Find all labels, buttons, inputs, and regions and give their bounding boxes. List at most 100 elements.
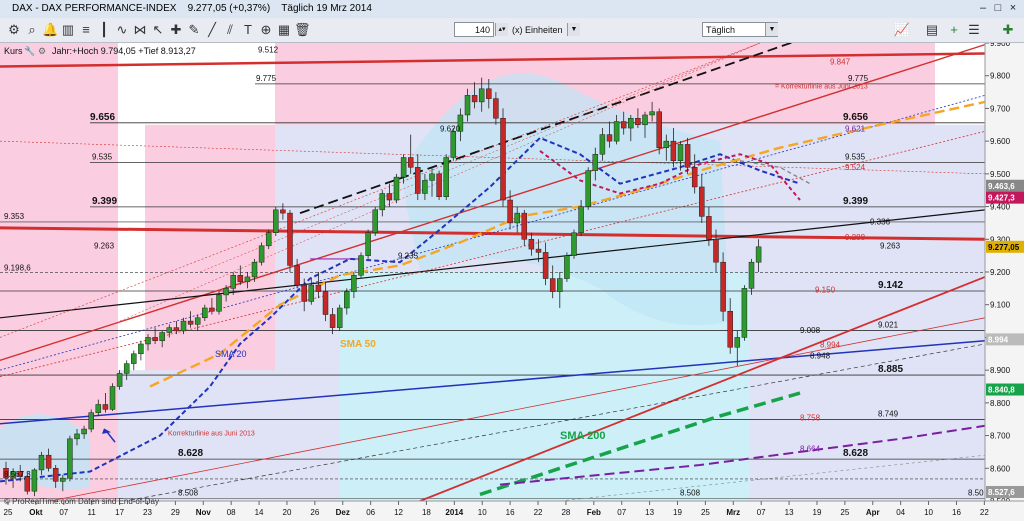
x-tick-label: Apr [866,508,880,517]
price-tag-label: 9.427,3 [988,194,1015,203]
y-tick-label: 9.400 [990,203,1011,212]
candle-body [393,176,400,201]
candle-body [209,307,215,312]
candle-body [521,212,528,240]
x-tick-label: 17 [115,508,124,517]
candle-body [116,373,123,387]
candle-body [123,363,130,374]
candle-body [194,317,201,325]
candle-body [372,209,378,233]
candle-body [202,307,208,319]
candle-body [706,216,712,240]
candle-body [145,337,151,345]
chart-thumbnail-icon[interactable]: 📈 [888,22,916,38]
candle-body [415,167,421,194]
level-label: 9.008 [800,326,821,335]
candle-body [407,157,414,168]
channel-icon[interactable]: ⫽ [222,22,238,38]
price-chart[interactable]: 9.9009.8009.7009.6009.5009.4009.3009.200… [0,43,1024,521]
zoom-icon[interactable]: ⊕ [258,22,274,38]
x-tick-label: 18 [422,508,431,517]
level-label: 8.508 [178,488,199,497]
candle-body [38,454,45,471]
x-tick-label: 14 [255,508,264,517]
candle-body [578,206,584,233]
candle-body [223,288,229,296]
bars-spinner-icon[interactable]: ▴▾ [495,23,508,36]
bars-count-input[interactable]: 140 [454,22,494,37]
alarm-bell-icon[interactable]: 🔔 [42,22,58,38]
candle-body [677,144,684,162]
candle-body [443,157,449,198]
pointer-icon[interactable]: ↖ [150,22,166,38]
x-tick-label: Nov [196,508,212,517]
level-label: 9.021 [878,321,899,330]
watermark: © ProRealTime.com Daten sind End-of-Day [4,497,159,506]
line-tool-icon[interactable]: ╱ [204,22,220,38]
x-tick-label: 25 [4,508,13,517]
candle-body [31,469,38,492]
candle-body [52,468,59,482]
level-label: 9.621 [845,124,866,133]
y-tick-label: 9.200 [990,268,1011,277]
candle-body [663,140,670,148]
line-chart-icon[interactable]: ∿ [114,22,130,38]
candle-body [642,114,648,126]
candle-body [216,294,222,312]
price-tag-label: 8.994 [988,335,1009,344]
candle-body [180,320,187,332]
x-tick-label: Okt [29,508,43,517]
level-label: 8.749 [878,410,899,419]
units-dropdown-icon[interactable]: ▼ [567,23,580,36]
candle-body [635,117,641,126]
candle-body [230,275,236,289]
candle-body [628,117,634,129]
level-label-right: 9.775 [848,74,869,83]
delete-icon[interactable]: 🗑 [294,22,311,38]
candle-body [109,386,116,410]
level-label-right: 9.656 [843,112,868,123]
level-label: 9.336 [870,218,891,227]
settings-icon[interactable]: ⚙ [6,22,22,38]
candle-body [251,261,258,278]
pattern-icon[interactable]: ⋈ [132,22,148,38]
x-tick-label: 28 [561,508,570,517]
panel-options-icon[interactable]: ⚙ [38,46,46,57]
timeframe-dropdown-icon[interactable]: ▼ [765,23,778,36]
add-indicator-icon[interactable]: + [946,22,962,38]
candle-body [358,255,364,276]
search-icon[interactable]: ⌕ [24,22,40,38]
level-label: 9.198,6 [4,263,31,272]
candle-body [280,209,286,214]
candle-body [649,111,655,116]
fibonacci-icon[interactable]: ≡ [78,22,94,38]
sma-50-label: SMA 50 [340,339,376,350]
candle-body [599,134,606,155]
candle-body [585,170,591,207]
minimize-icon[interactable]: – [976,2,990,15]
level-label: 8.994 [820,340,841,349]
window-options-icon[interactable]: ☰ [966,22,982,38]
x-tick-label: 07 [757,508,766,517]
x-tick-label: 25 [840,508,849,517]
close-icon[interactable]: × [1006,2,1020,15]
bar-chart-icon[interactable]: ▥ [60,22,76,38]
wrench-icon[interactable]: 🔧 [24,46,35,57]
crosshair-icon[interactable]: ✚ [168,22,184,38]
maximize-icon[interactable]: □ [991,2,1005,15]
expand-icon[interactable]: ✚ [1000,22,1016,38]
text-tool-icon[interactable]: T [240,22,256,38]
candle-body [166,327,173,333]
candle-body [571,232,577,256]
pencil-icon[interactable]: ✎ [186,22,202,38]
candle-body [549,278,556,292]
candle-body [315,284,322,292]
candle-body [720,261,726,312]
candle-body [400,157,407,178]
candles-icon[interactable]: ┃ [96,22,112,38]
panel-icon[interactable]: ▤ [924,22,940,38]
units-label: (x) Einheiten [512,25,563,35]
grid-icon[interactable]: ▦ [276,22,292,38]
y-tick-label: 9.700 [990,104,1011,113]
candle-body [365,232,371,256]
